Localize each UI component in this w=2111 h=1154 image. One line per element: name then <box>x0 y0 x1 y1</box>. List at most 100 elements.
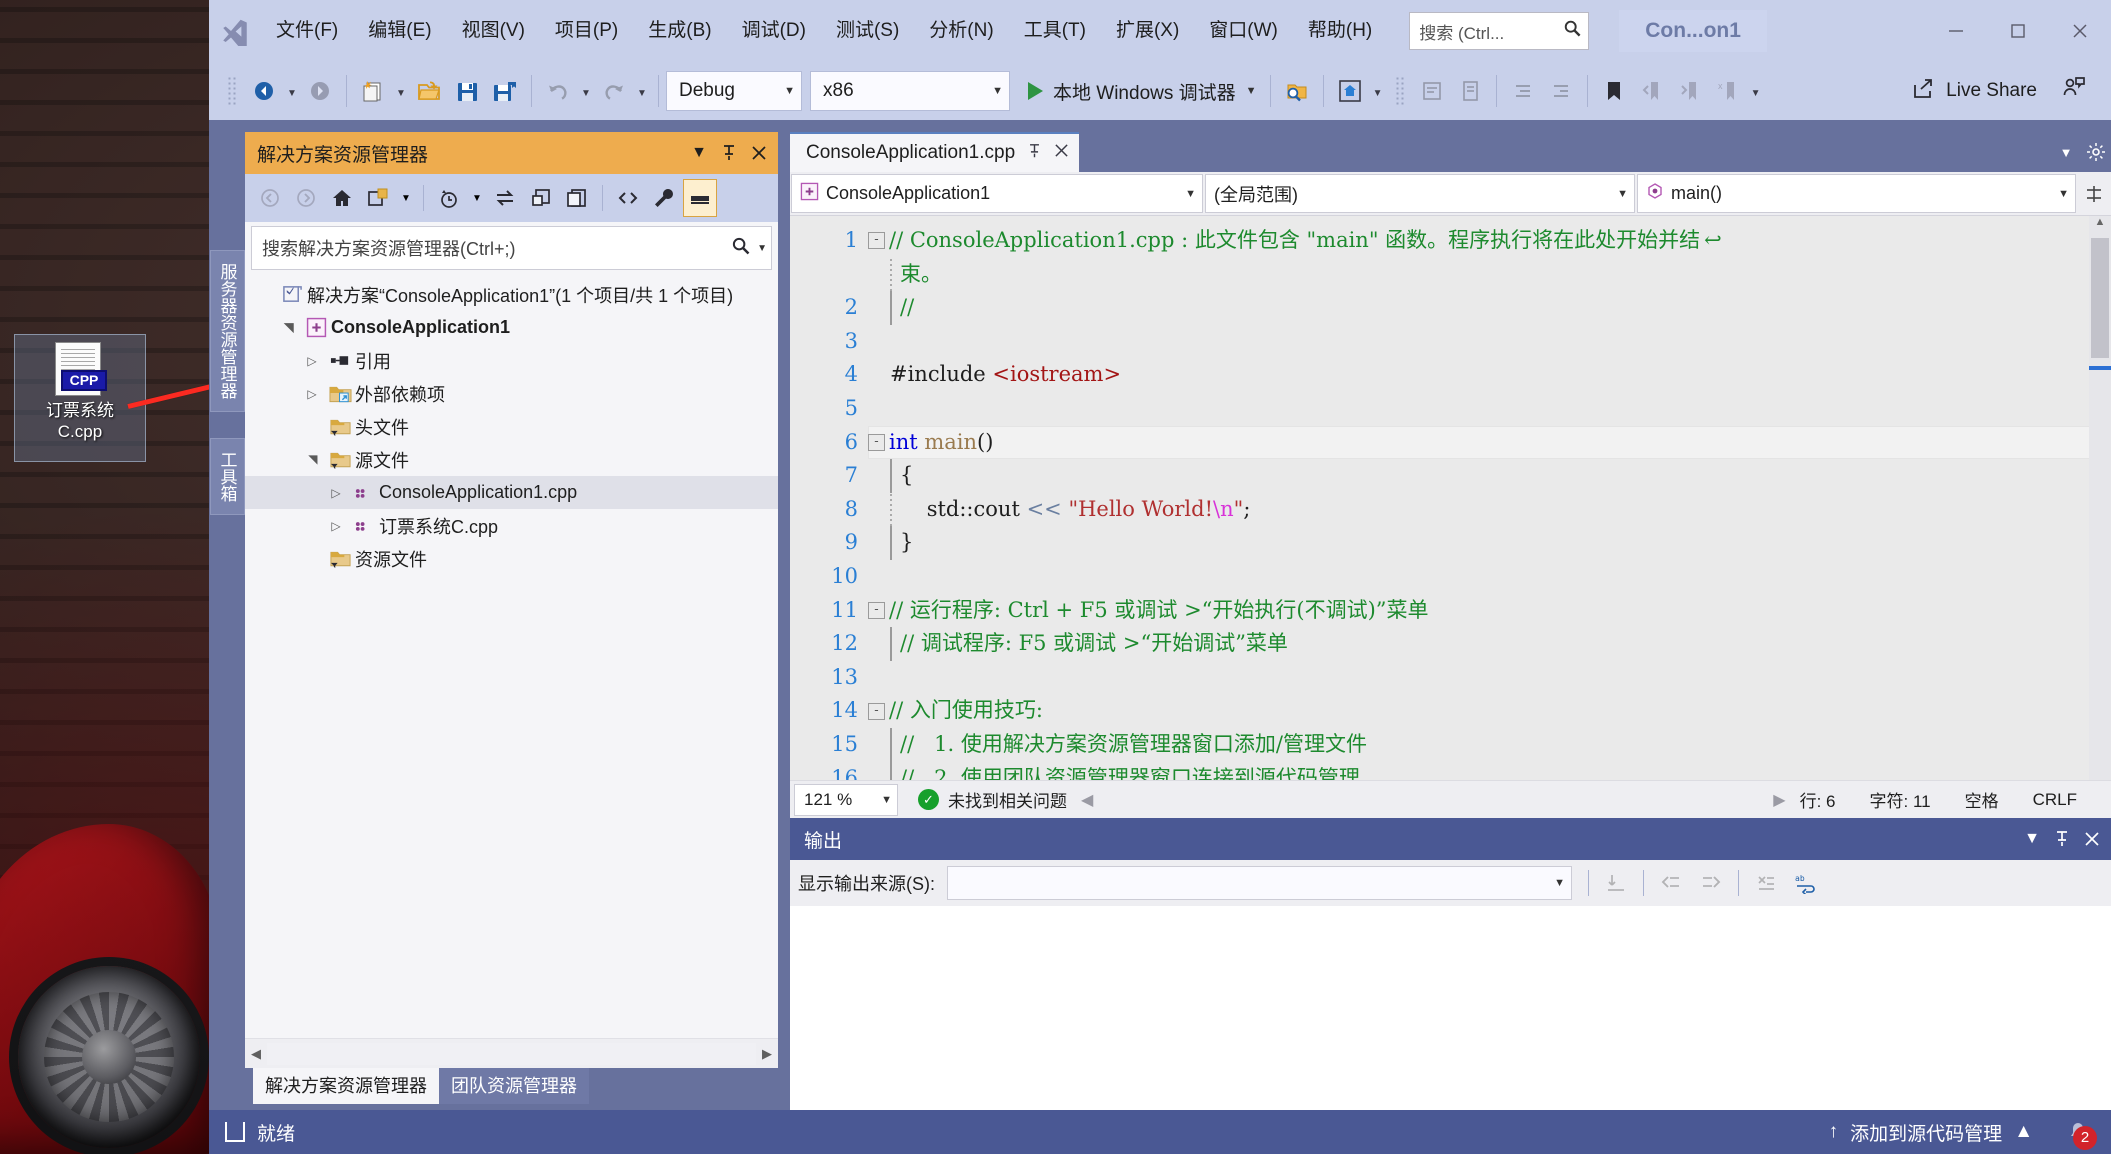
collapse-all-icon[interactable] <box>560 179 594 217</box>
find-in-files-button[interactable] <box>1278 71 1316 111</box>
start-debugging-button[interactable]: 本地 Windows 调试器 ▼ <box>1018 70 1263 112</box>
pending-changes-filter-icon[interactable] <box>361 179 395 217</box>
fold-collapse-icon[interactable]: - <box>868 702 885 720</box>
live-share-button[interactable]: Live Share <box>1911 75 2101 107</box>
new-project-dropdown-icon[interactable]: ▼ <box>392 71 410 111</box>
comment-selection-button[interactable] <box>1413 71 1451 111</box>
toolbar-overflow-icon[interactable]: ▼ <box>1369 71 1387 111</box>
code-line-cont[interactable]: 束。 <box>868 257 2111 292</box>
code-text-area[interactable]: -// ConsoleApplication1.cpp : 此文件包含 "mai… <box>868 216 2111 780</box>
tree-item-2[interactable]: ▷ 引用 <box>245 344 778 377</box>
previous-bookmark-button[interactable] <box>1633 71 1671 111</box>
tree-collapse-icon[interactable]: ◢ <box>305 447 319 473</box>
tree-expand-icon[interactable]: ▷ <box>299 387 325 401</box>
menu-view[interactable]: 视图(V) <box>447 9 540 53</box>
scroll-up-icon[interactable]: ▲ <box>2089 216 2111 236</box>
code-line-1[interactable]: -// ConsoleApplication1.cpp : 此文件包含 "mai… <box>868 224 2111 258</box>
output-source-combo[interactable]: ▼ <box>947 866 1572 900</box>
code-line-14[interactable]: -// 入门使用技巧: <box>868 694 2111 728</box>
autohide-tab-toolbox[interactable]: 工具箱 <box>209 438 245 515</box>
code-line-2[interactable]: // <box>868 291 2111 325</box>
code-line-9[interactable]: } <box>868 526 2111 560</box>
code-line-5[interactable] <box>868 392 2111 426</box>
show-all-files-icon[interactable] <box>611 179 645 217</box>
tree-item-4[interactable]: 头文件 <box>245 410 778 443</box>
navigate-backward-dropdown-icon[interactable]: ▼ <box>283 71 301 111</box>
maximize-button[interactable] <box>1987 0 2049 62</box>
code-line-13[interactable] <box>868 661 2111 695</box>
close-icon[interactable] <box>744 136 774 170</box>
undo-dropdown-icon[interactable]: ▼ <box>577 71 595 111</box>
indentation-indicator[interactable]: 空格 <box>1965 787 1999 812</box>
tab-list-chevron-icon[interactable]: ▼ <box>2051 132 2081 172</box>
tree-item-5[interactable]: ◢ 源文件 <box>245 443 778 476</box>
tree-item-3[interactable]: ▷ 外部依赖项 <box>245 377 778 410</box>
issue-prev-icon[interactable]: ◀ <box>1081 790 1093 810</box>
navbar-member-combo[interactable]: main() ▼ <box>1637 174 2076 213</box>
notifications-button[interactable]: 2 <box>2055 1110 2101 1154</box>
menu-help[interactable]: 帮助(H) <box>1293 9 1387 53</box>
solution-platform-combo[interactable]: x86 ▼ <box>810 71 1010 111</box>
pending-changes-icon[interactable] <box>432 179 466 217</box>
properties-wrench-icon[interactable] <box>647 179 681 217</box>
code-line-4[interactable]: #include <iostream> <box>868 358 2111 392</box>
refresh-icon[interactable] <box>524 179 558 217</box>
minimize-button[interactable] <box>1925 0 1987 62</box>
solution-explorer-search-input[interactable]: 搜索解决方案资源管理器(Ctrl+;) ▼ <box>251 226 772 270</box>
redo-button[interactable] <box>595 71 633 111</box>
solution-explorer-horizontal-scrollbar[interactable]: ◀ ▶ <box>245 1038 778 1068</box>
solution-tree[interactable]: 解决方案“ConsoleApplication1”(1 个项目/共 1 个项目)… <box>245 272 778 1038</box>
document-tab-consoleapplication1-cpp[interactable]: ConsoleApplication1.cpp <box>790 132 1080 172</box>
code-line-11[interactable]: -// 运行程序: Ctrl + F5 或调试 >“开始执行(不调试)”菜单 <box>868 594 2111 628</box>
save-all-button[interactable] <box>486 71 524 111</box>
tree-expand-icon[interactable]: ▷ <box>323 519 349 533</box>
tree-item-1[interactable]: ◢ ConsoleApplication1 <box>245 311 778 344</box>
pin-icon[interactable] <box>2047 822 2077 856</box>
menu-build[interactable]: 生成(B) <box>633 9 726 53</box>
fold-collapse-icon[interactable]: - <box>868 601 885 619</box>
code-line-12[interactable]: // 调试程序: F5 或调试 >“开始调试”菜单 <box>868 627 2111 661</box>
navbar-scope-combo[interactable]: (全局范围) ▼ <box>1205 174 1635 213</box>
code-line-8[interactable]: std::cout << "Hello World! \n "; <box>868 492 2111 527</box>
zoom-level-combo[interactable]: 121 % ▼ <box>794 783 898 816</box>
menu-debug[interactable]: 调试(D) <box>727 9 821 53</box>
solution-explorer-home-button[interactable] <box>1331 71 1369 111</box>
undo-button[interactable] <box>539 71 577 111</box>
forward-icon[interactable] <box>289 179 323 217</box>
toggle-bookmark-button[interactable] <box>1595 71 1633 111</box>
quick-launch-search-box[interactable]: 搜索 (Ctrl... <box>1409 12 1590 50</box>
menu-project[interactable]: 项目(P) <box>540 9 633 53</box>
tree-collapse-icon[interactable]: ◢ <box>281 315 295 341</box>
chevron-down-icon[interactable]: ▼ <box>1246 85 1257 97</box>
open-file-button[interactable] <box>410 71 448 111</box>
navbar-project-combo[interactable]: ConsoleApplication1 ▼ <box>791 174 1203 213</box>
code-line-16[interactable]: // 2. 使用团队资源管理器窗口连接到源代码管理 <box>868 761 2111 780</box>
tab-solution-explorer[interactable]: 解决方案资源管理器 <box>253 1068 439 1104</box>
output-text-area[interactable] <box>790 906 2111 1110</box>
add-to-source-control-button[interactable]: ↑ 添加到源代码管理 ▲ <box>1829 1119 2033 1146</box>
error-status-indicator[interactable]: ✓ 未找到相关问题 <box>918 787 1067 812</box>
tab-team-explorer[interactable]: 团队资源管理器 <box>439 1068 589 1104</box>
chevron-down-icon[interactable]: ▼ <box>2017 822 2047 856</box>
editor-settings-gear-icon[interactable] <box>2081 132 2111 172</box>
close-icon[interactable] <box>1054 143 1069 163</box>
uncomment-selection-button[interactable] <box>1451 71 1489 111</box>
chevron-down-icon[interactable]: ▼ <box>684 136 714 170</box>
fold-collapse-icon[interactable]: - <box>868 433 885 451</box>
menu-extensions[interactable]: 扩展(X) <box>1101 9 1194 53</box>
autohide-tab-server-explorer[interactable]: 服务器资源管理器 <box>209 250 245 412</box>
editor-vertical-scrollbar[interactable]: ▲ <box>2089 216 2111 780</box>
toolbar-grip-icon[interactable] <box>1394 76 1405 106</box>
home-icon[interactable] <box>325 179 359 217</box>
toolbar-grip-icon[interactable] <box>227 76 237 106</box>
tree-item-7[interactable]: ▷ 订票系统C.cpp <box>245 509 778 542</box>
chevron-down-icon[interactable]: ▼ <box>757 243 767 254</box>
sync-with-active-document-icon[interactable] <box>488 179 522 217</box>
code-line-6[interactable]: - int main() <box>868 425 2111 460</box>
chevron-down-icon[interactable]: ▼ <box>468 179 486 217</box>
go-to-source-icon[interactable] <box>1597 864 1635 902</box>
go-to-previous-message-icon[interactable] <box>1652 864 1690 902</box>
chevron-down-icon[interactable]: ▼ <box>397 179 415 217</box>
tree-item-6[interactable]: ▷ ConsoleApplication1.cpp <box>245 476 778 509</box>
menu-tools[interactable]: 工具(T) <box>1009 9 1101 53</box>
